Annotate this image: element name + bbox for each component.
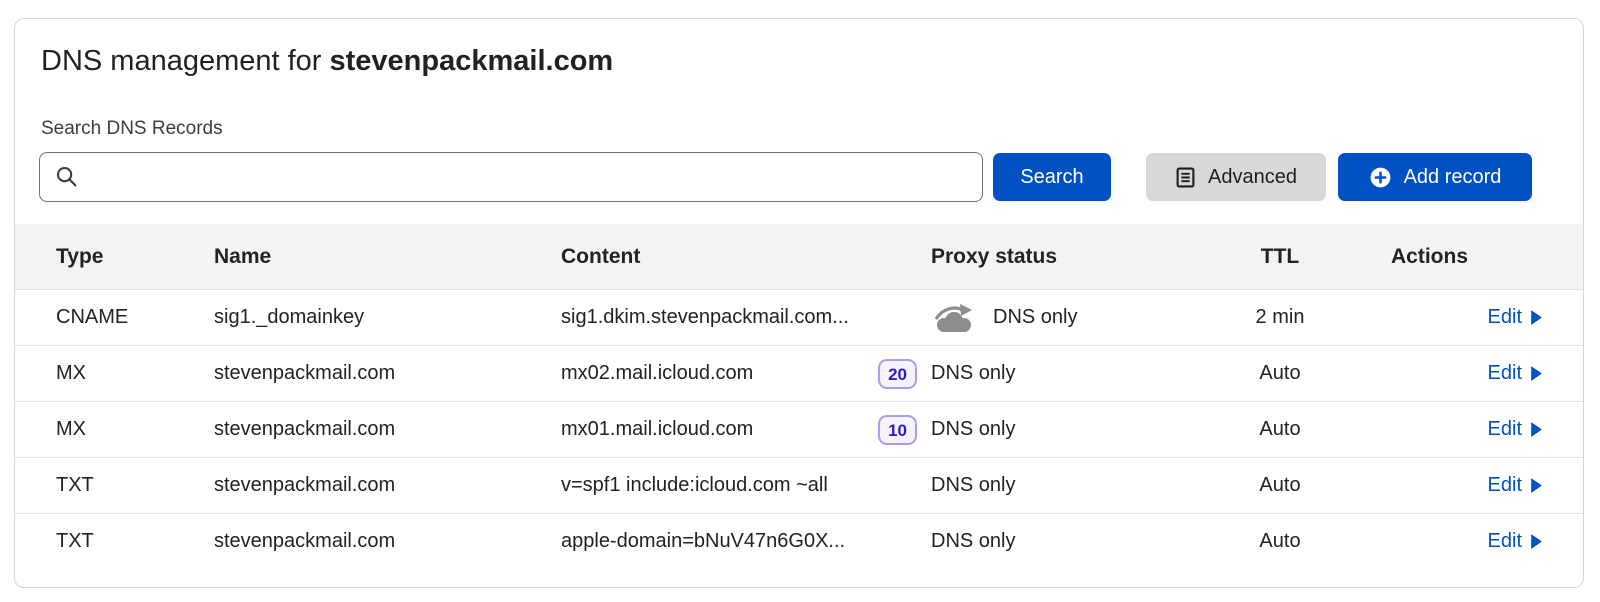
column-header-actions: Actions bbox=[1365, 245, 1543, 269]
search-input[interactable] bbox=[39, 152, 983, 202]
edit-link[interactable]: Edit bbox=[1488, 306, 1543, 329]
table-header-row: Type Name Content Proxy status TTL Actio… bbox=[15, 224, 1583, 289]
cell-type: TXT bbox=[56, 530, 214, 553]
cell-content: sig1.dkim.stevenpackmail.com... bbox=[561, 306, 931, 329]
edit-link-label: Edit bbox=[1488, 418, 1522, 441]
cell-name: stevenpackmail.com bbox=[214, 474, 561, 497]
table-row: TXT stevenpackmail.com v=spf1 include:ic… bbox=[15, 457, 1583, 513]
edit-link-label: Edit bbox=[1488, 362, 1522, 385]
cell-actions: Edit bbox=[1365, 418, 1543, 441]
column-header-ttl: TTL bbox=[1195, 245, 1365, 269]
search-button[interactable]: Search bbox=[993, 153, 1111, 201]
edit-link-label: Edit bbox=[1488, 306, 1522, 329]
search-dns-records-label: Search DNS Records bbox=[41, 118, 1583, 140]
edit-link[interactable]: Edit bbox=[1488, 418, 1543, 441]
cell-proxy-status: DNS only bbox=[931, 303, 1195, 333]
advanced-button[interactable]: Advanced bbox=[1146, 153, 1326, 201]
cell-ttl: Auto bbox=[1195, 418, 1365, 441]
cell-content: mx01.mail.icloud.com 10 bbox=[561, 415, 931, 445]
priority-badge: 10 bbox=[878, 415, 917, 445]
cell-proxy-text: DNS only bbox=[931, 362, 1015, 385]
page-title: DNS management for stevenpackmail.com bbox=[41, 45, 1583, 78]
cell-proxy-text: DNS only bbox=[931, 530, 1015, 553]
table-row: TXT stevenpackmail.com apple-domain=bNuV… bbox=[15, 513, 1583, 569]
cell-content-text: mx02.mail.icloud.com bbox=[561, 362, 753, 385]
cell-actions: Edit bbox=[1365, 306, 1543, 329]
cell-actions: Edit bbox=[1365, 474, 1543, 497]
cell-proxy-status: DNS only bbox=[931, 474, 1195, 497]
cell-content: v=spf1 include:icloud.com ~all bbox=[561, 474, 931, 497]
column-header-type: Type bbox=[56, 245, 214, 269]
cell-type: TXT bbox=[56, 474, 214, 497]
column-header-name: Name bbox=[214, 245, 561, 269]
table-body: CNAME sig1._domainkey sig1.dkim.stevenpa… bbox=[15, 289, 1583, 569]
column-header-proxy-status: Proxy status bbox=[931, 245, 1195, 269]
priority-badge: 20 bbox=[878, 359, 917, 389]
cell-content-text: sig1.dkim.stevenpackmail.com... bbox=[561, 306, 849, 329]
table-row: CNAME sig1._domainkey sig1.dkim.stevenpa… bbox=[15, 289, 1583, 345]
chevron-right-icon bbox=[1530, 533, 1543, 550]
list-document-icon bbox=[1175, 167, 1196, 188]
search-input-wrap bbox=[39, 152, 983, 202]
cell-proxy-status: DNS only bbox=[931, 530, 1195, 553]
advanced-button-label: Advanced bbox=[1208, 166, 1297, 189]
table-row: MX stevenpackmail.com mx01.mail.icloud.c… bbox=[15, 401, 1583, 457]
cell-name: sig1._domainkey bbox=[214, 306, 561, 329]
cell-content: mx02.mail.icloud.com 20 bbox=[561, 359, 931, 389]
cell-name: stevenpackmail.com bbox=[214, 530, 561, 553]
cell-ttl: Auto bbox=[1195, 362, 1365, 385]
column-header-content: Content bbox=[561, 245, 931, 269]
edit-link-label: Edit bbox=[1488, 530, 1522, 553]
cell-content-text: apple-domain=bNuV47n6G0X... bbox=[561, 530, 845, 553]
edit-link[interactable]: Edit bbox=[1488, 530, 1543, 553]
cell-ttl: 2 min bbox=[1195, 306, 1365, 329]
cell-actions: Edit bbox=[1365, 362, 1543, 385]
cell-content-text: mx01.mail.icloud.com bbox=[561, 418, 753, 441]
cell-proxy-text: DNS only bbox=[993, 306, 1077, 329]
plus-circle-icon bbox=[1369, 166, 1392, 189]
cell-content: apple-domain=bNuV47n6G0X... bbox=[561, 530, 931, 553]
add-record-button[interactable]: Add record bbox=[1338, 153, 1532, 201]
cell-type: MX bbox=[56, 418, 214, 441]
chevron-right-icon bbox=[1530, 365, 1543, 382]
search-controls: Search Advanced Add record bbox=[39, 152, 1583, 202]
chevron-right-icon bbox=[1530, 309, 1543, 326]
search-icon bbox=[55, 165, 79, 189]
cell-proxy-status: DNS only bbox=[931, 362, 1195, 385]
edit-link-label: Edit bbox=[1488, 474, 1522, 497]
table-row: MX stevenpackmail.com mx02.mail.icloud.c… bbox=[15, 345, 1583, 401]
cell-type: CNAME bbox=[56, 306, 214, 329]
cell-name: stevenpackmail.com bbox=[214, 418, 561, 441]
cell-name: stevenpackmail.com bbox=[214, 362, 561, 385]
edit-link[interactable]: Edit bbox=[1488, 362, 1543, 385]
dns-management-card: DNS management for stevenpackmail.com Se… bbox=[14, 18, 1584, 588]
cell-proxy-status: DNS only bbox=[931, 418, 1195, 441]
cell-proxy-text: DNS only bbox=[931, 474, 1015, 497]
cell-ttl: Auto bbox=[1195, 474, 1365, 497]
chevron-right-icon bbox=[1530, 421, 1543, 438]
add-record-button-label: Add record bbox=[1404, 166, 1502, 189]
page-title-prefix: DNS management for bbox=[41, 45, 330, 77]
edit-link[interactable]: Edit bbox=[1488, 474, 1543, 497]
dns-only-cloud-icon bbox=[931, 303, 977, 333]
cell-content-text: v=spf1 include:icloud.com ~all bbox=[561, 474, 828, 497]
cell-proxy-text: DNS only bbox=[931, 418, 1015, 441]
chevron-right-icon bbox=[1530, 477, 1543, 494]
cell-ttl: Auto bbox=[1195, 530, 1365, 553]
cell-type: MX bbox=[56, 362, 214, 385]
page-title-domain: stevenpackmail.com bbox=[330, 45, 614, 77]
dns-records-table: Type Name Content Proxy status TTL Actio… bbox=[15, 224, 1583, 569]
cell-actions: Edit bbox=[1365, 530, 1543, 553]
